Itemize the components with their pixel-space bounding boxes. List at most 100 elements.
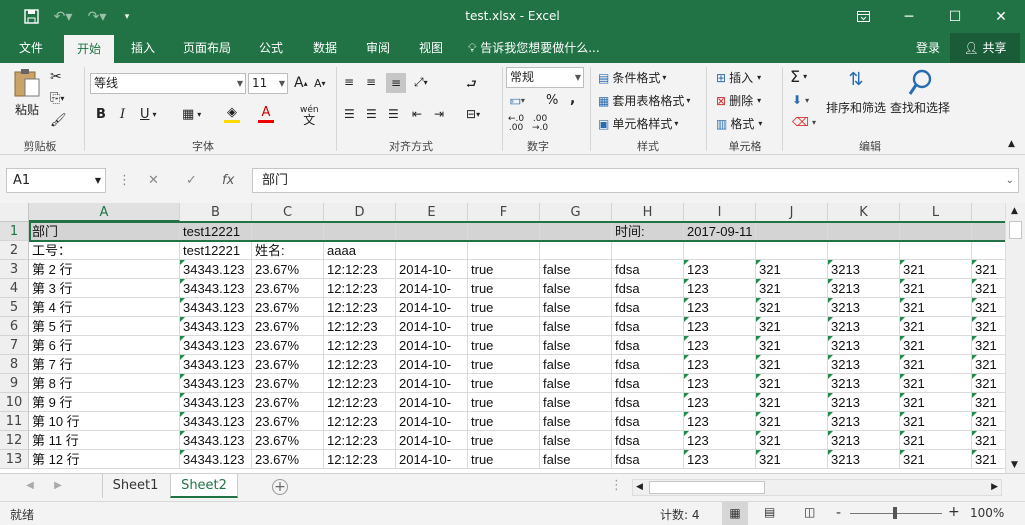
decrease-decimal-icon[interactable]: .00 →.0 (532, 115, 548, 133)
cell-F13[interactable]: true (468, 450, 540, 469)
cell-E1[interactable] (396, 222, 468, 241)
fill-icon[interactable]: ⬇ ▾ (792, 93, 809, 107)
cell-C6[interactable]: 23.67% (252, 317, 324, 336)
cell-G6[interactable]: false (540, 317, 612, 336)
cell-J2[interactable] (756, 241, 828, 260)
cell-J10[interactable]: 321 (756, 393, 828, 412)
cell-I7[interactable]: 123 (684, 336, 756, 355)
cell-F4[interactable]: true (468, 279, 540, 298)
cell-K2[interactable] (828, 241, 900, 260)
normal-view-icon[interactable]: ▦ (722, 502, 748, 525)
cell-I5[interactable]: 123 (684, 298, 756, 317)
column-header-C[interactable]: C (252, 203, 324, 222)
cell-A7[interactable]: 第 6 行 (29, 336, 180, 355)
cell-D6[interactable]: 12:12:23 (324, 317, 396, 336)
cell-I12[interactable]: 123 (684, 431, 756, 450)
share-button[interactable]: 👤︎ 共享 (950, 33, 1020, 63)
cell-I4[interactable]: 123 (684, 279, 756, 298)
cell-G12[interactable]: false (540, 431, 612, 450)
cell-L4[interactable]: 321 (900, 279, 972, 298)
align-right-icon[interactable]: ☰ (388, 107, 399, 121)
cell-C11[interactable]: 23.67% (252, 412, 324, 431)
cell-L6[interactable]: 321 (900, 317, 972, 336)
cell-D1[interactable] (324, 222, 396, 241)
cell-B8[interactable]: 34343.123 (180, 355, 252, 374)
percent-button[interactable]: % (546, 93, 558, 108)
horizontal-scrollbar[interactable]: ◀ ▶ (632, 479, 1002, 496)
formula-input[interactable]: 部门 ⌄ (252, 168, 1019, 193)
cell-G4[interactable]: false (540, 279, 612, 298)
cell-C8[interactable]: 23.67% (252, 355, 324, 374)
cell-E11[interactable]: 2014-10- (396, 412, 468, 431)
ribbon-display-options-icon[interactable] (850, 0, 876, 33)
cell-G11[interactable]: false (540, 412, 612, 431)
cell-J12[interactable]: 321 (756, 431, 828, 450)
collapse-ribbon-icon[interactable]: ▲ (1008, 139, 1015, 149)
select-all-button[interactable] (0, 203, 29, 222)
cell-E2[interactable] (396, 241, 468, 260)
cell-D5[interactable]: 12:12:23 (324, 298, 396, 317)
cell-K8[interactable]: 3213 (828, 355, 900, 374)
align-bottom-icon[interactable]: ≡ (386, 73, 406, 93)
name-box[interactable]: A1 ▼ (6, 168, 106, 193)
format-cells-button[interactable]: ▥ 格式 ▾ (716, 115, 762, 132)
cell-F7[interactable]: true (468, 336, 540, 355)
cell-H8[interactable]: fdsa (612, 355, 684, 374)
cell-K3[interactable]: 3213 (828, 260, 900, 279)
row-header-3[interactable]: 3 (0, 260, 29, 279)
cell-I9[interactable]: 123 (684, 374, 756, 393)
format-as-table-button[interactable]: ▦ 套用表格格式 ▾ (598, 92, 690, 109)
paste-button[interactable]: 粘贴 (10, 67, 44, 127)
cell-C3[interactable]: 23.67% (252, 260, 324, 279)
comma-button[interactable]: , (570, 91, 575, 107)
cell-L2[interactable] (900, 241, 972, 260)
cell-E12[interactable]: 2014-10- (396, 431, 468, 450)
scroll-right-icon[interactable]: ▶ (991, 482, 998, 492)
cell-H5[interactable]: fdsa (612, 298, 684, 317)
cell-B7[interactable]: 34343.123 (180, 336, 252, 355)
font-color-icon[interactable]: A (258, 105, 274, 123)
cell-D7[interactable]: 12:12:23 (324, 336, 396, 355)
cell-H1[interactable]: 时间: (612, 222, 684, 241)
cell-J9[interactable]: 321 (756, 374, 828, 393)
column-header-J[interactable]: J (756, 203, 828, 222)
cell-K6[interactable]: 3213 (828, 317, 900, 336)
cell-J1[interactable] (756, 222, 828, 241)
accounting-format-icon[interactable]: 💵︎ ▾ (510, 93, 525, 108)
zoom-slider[interactable] (850, 507, 942, 519)
cell-C5[interactable]: 23.67% (252, 298, 324, 317)
cell-K10[interactable]: 3213 (828, 393, 900, 412)
cell-C10[interactable]: 23.67% (252, 393, 324, 412)
cell-J4[interactable]: 321 (756, 279, 828, 298)
cell-H4[interactable]: fdsa (612, 279, 684, 298)
login-button[interactable]: 登录 (908, 33, 948, 63)
cell-G3[interactable]: false (540, 260, 612, 279)
cell-B10[interactable]: 34343.123 (180, 393, 252, 412)
cell-H7[interactable]: fdsa (612, 336, 684, 355)
cell-B3[interactable]: 34343.123 (180, 260, 252, 279)
insert-cells-button[interactable]: ⊞ 插入 ▾ (716, 69, 761, 86)
scroll-down-icon[interactable]: ▼ (1011, 460, 1018, 470)
page-break-view-icon[interactable]: ◫ (804, 505, 815, 519)
scroll-up-icon[interactable]: ▲ (1011, 206, 1018, 216)
cell-A8[interactable]: 第 7 行 (29, 355, 180, 374)
fill-color-icon[interactable]: ◈ (224, 105, 240, 123)
decrease-indent-icon[interactable]: ⇤ (412, 107, 422, 121)
tab-home[interactable]: 开始 (64, 35, 114, 63)
sort-filter-button[interactable]: ⇅ 排序和筛选 (826, 69, 886, 116)
cell-K7[interactable]: 3213 (828, 336, 900, 355)
row-header-6[interactable]: 6 (0, 317, 29, 336)
cut-icon[interactable]: ✂ (50, 69, 62, 85)
cell-L12[interactable]: 321 (900, 431, 972, 450)
cell-A11[interactable]: 第 10 行 (29, 412, 180, 431)
cell-D2[interactable]: aaaa (324, 241, 396, 260)
cell-D13[interactable]: 12:12:23 (324, 450, 396, 469)
row-header-1[interactable]: 1 (0, 222, 29, 241)
cell-L8[interactable]: 321 (900, 355, 972, 374)
zoom-slider-thumb[interactable] (893, 507, 897, 519)
cell-D11[interactable]: 12:12:23 (324, 412, 396, 431)
cell-styles-button[interactable]: ▣ 单元格样式 ▾ (598, 115, 678, 132)
cell-E9[interactable]: 2014-10- (396, 374, 468, 393)
add-sheet-button[interactable]: + (272, 479, 288, 495)
cell-E4[interactable]: 2014-10- (396, 279, 468, 298)
